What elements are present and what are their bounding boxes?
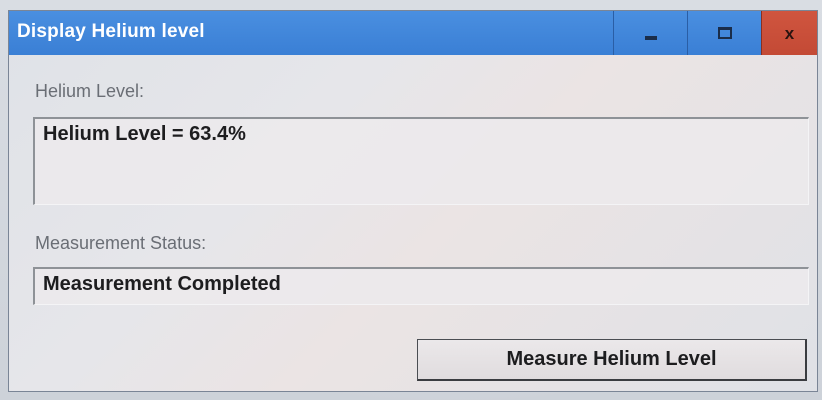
title-bar[interactable]: Display Helium level x <box>9 11 817 55</box>
desktop: Display Helium level x Helium Level: Hel… <box>0 0 822 400</box>
helium-dialog-window: Display Helium level x Helium Level: Hel… <box>8 10 818 392</box>
window-title: Display Helium level <box>17 21 205 42</box>
helium-level-display: Helium Level = 63.4% <box>33 117 809 205</box>
helium-level-value: Helium Level = 63.4% <box>43 123 246 145</box>
maximize-icon <box>717 27 732 39</box>
measurement-status-display: Measurement Completed <box>33 267 809 305</box>
minimize-button[interactable] <box>613 11 687 55</box>
helium-level-label: Helium Level: <box>35 81 145 101</box>
measure-helium-level-button[interactable]: Measure Helium Level <box>417 339 807 381</box>
measurement-status-value: Measurement Completed <box>43 273 281 295</box>
minimize-icon <box>644 36 657 40</box>
close-icon: x <box>784 23 795 43</box>
close-button[interactable]: x <box>761 11 817 55</box>
maximize-button[interactable] <box>687 11 761 55</box>
measurement-status-label: Measurement Status: <box>35 233 207 253</box>
